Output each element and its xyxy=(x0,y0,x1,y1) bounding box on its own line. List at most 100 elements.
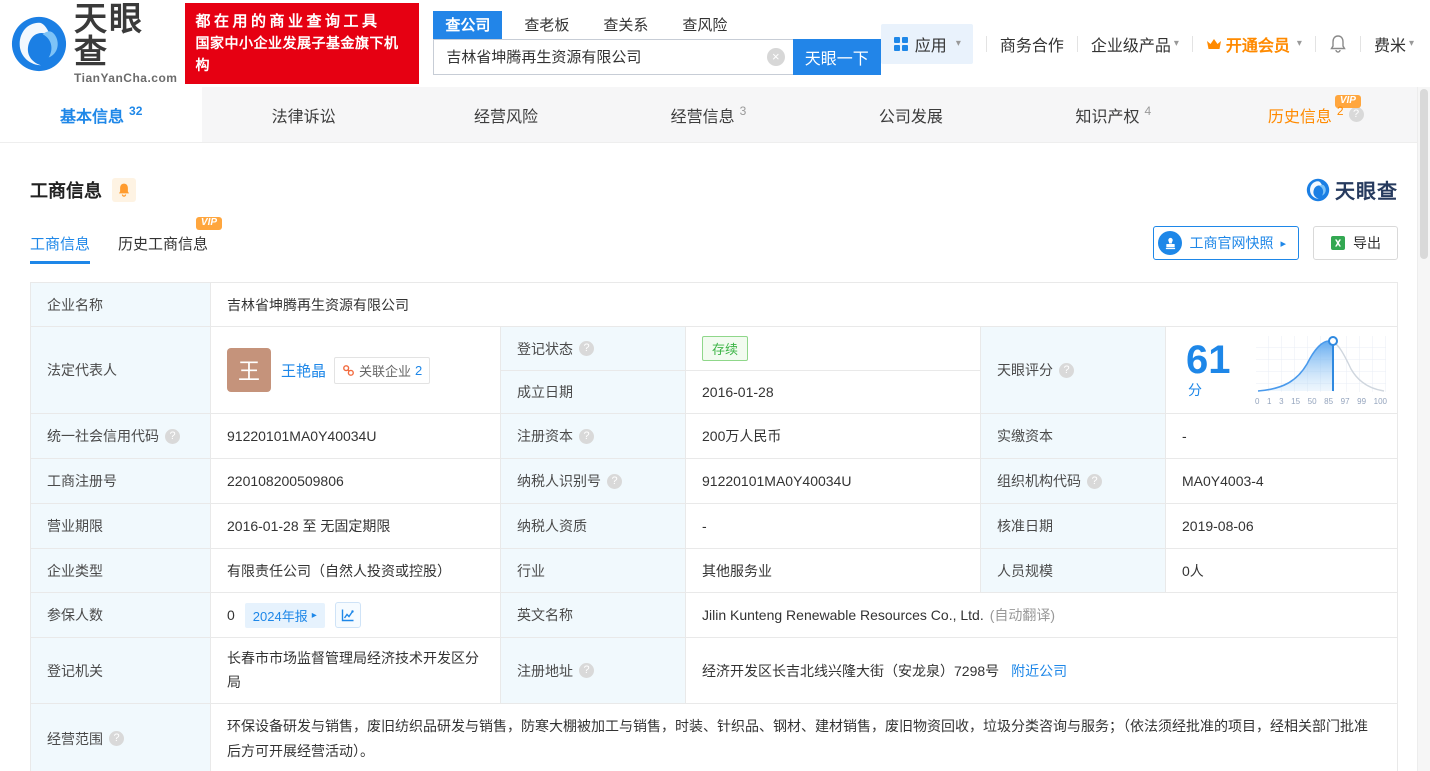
english-name-value: Jilin Kunteng Renewable Resources Co., L… xyxy=(686,593,1398,638)
search-tabs: 查公司 查老板 查关系 查风险 xyxy=(433,13,880,39)
help-icon[interactable]: ? xyxy=(579,429,594,444)
brand-name: 天眼查 xyxy=(74,2,177,68)
nav-enterprise-products[interactable]: 企业级产品 ▾ xyxy=(1091,32,1179,56)
legal-rep-value: 王 王艳晶 关联企业 2 xyxy=(211,327,501,414)
tab-company-development[interactable]: 公司发展 xyxy=(810,87,1012,142)
help-icon[interactable]: ? xyxy=(109,731,124,746)
divider xyxy=(1315,36,1316,52)
nearby-companies-link[interactable]: 附近公司 xyxy=(1011,661,1067,681)
export-button[interactable]: 导出 xyxy=(1313,226,1398,260)
official-snapshot-button[interactable]: 工商官网快照 ▸ xyxy=(1153,226,1299,260)
insured-count-label: 参保人数 xyxy=(31,593,211,638)
scrollbar-thumb[interactable] xyxy=(1420,89,1428,259)
company-type-label: 企业类型 xyxy=(31,549,211,593)
subtab-business-info[interactable]: 工商信息 xyxy=(30,233,90,264)
help-icon[interactable]: ? xyxy=(1059,363,1074,378)
legal-rep-name-link[interactable]: 王艳晶 xyxy=(281,360,326,381)
reg-number-value: 220108200509806 xyxy=(211,459,501,504)
annual-report-badge[interactable]: 2024年报 ▸ xyxy=(245,603,325,628)
taxpayer-quality-label: 纳税人资质 xyxy=(501,504,686,549)
slogan-banner: 都在用的商业查询工具 国家中小企业发展子基金旗下机构 xyxy=(185,3,419,84)
search-tab-company[interactable]: 查公司 xyxy=(433,11,502,39)
divider xyxy=(1192,36,1193,52)
chevron-down-icon: ▾ xyxy=(1174,38,1179,49)
establish-date-value: 2016-01-28 xyxy=(686,371,981,414)
company-detail-tabs: 基本信息32 法律诉讼 经营风险 经营信息3 公司发展 知识产权4 VIP 历史… xyxy=(0,87,1417,143)
search-tab-boss[interactable]: 查老板 xyxy=(512,11,581,39)
tab-legal-litigation[interactable]: 法律诉讼 xyxy=(202,87,404,142)
approval-date-value: 2019-08-06 xyxy=(1166,504,1398,549)
divider xyxy=(986,36,987,52)
help-icon[interactable]: ? xyxy=(579,663,594,678)
credit-code-value: 91220101MA0Y40034U xyxy=(211,414,501,459)
crown-icon xyxy=(1206,37,1222,51)
related-companies-badge[interactable]: 关联企业 2 xyxy=(334,357,430,384)
subscribe-bell-icon[interactable] xyxy=(112,178,136,202)
vip-badge: VIP xyxy=(196,217,222,230)
search-button[interactable]: 天眼一下 xyxy=(793,39,881,75)
tab-history-info[interactable]: VIP 历史信息2 ? xyxy=(1215,87,1417,142)
brand-domain: TianYanCha.com xyxy=(74,71,177,85)
help-icon[interactable]: ? xyxy=(1087,474,1102,489)
tab-operation-risk[interactable]: 经营风险 xyxy=(405,87,607,142)
nav-open-vip[interactable]: 开通会员 ▾ xyxy=(1206,32,1302,56)
nav-business-cooperation[interactable]: 商务合作 xyxy=(1000,32,1064,56)
insured-count-value: 0 2024年报 ▸ xyxy=(211,593,501,638)
top-nav: 应用 ▾ 商务合作 企业级产品 ▾ 开通会员 ▾ xyxy=(881,24,1414,64)
chevron-down-icon: ▾ xyxy=(1409,38,1414,49)
subtab-history-business-info[interactable]: VIP 历史工商信息 xyxy=(118,233,208,264)
trend-chart-icon[interactable] xyxy=(335,602,361,628)
business-info-table: 企业名称 吉林省坤腾再生资源有限公司 法定代表人 王 王艳晶 关联企业 2 xyxy=(30,282,1398,771)
tab-operation-info[interactable]: 经营信息3 xyxy=(607,87,809,142)
slogan-line-1: 都在用的商业查询工具 xyxy=(195,10,409,33)
tab-count: 3 xyxy=(740,104,747,118)
notifications-bell-icon[interactable] xyxy=(1329,34,1347,53)
chevron-down-icon: ▾ xyxy=(956,38,961,49)
page: 天眼查 TianYanCha.com 都在用的商业查询工具 国家中小企业发展子基… xyxy=(0,0,1430,771)
tab-count: 32 xyxy=(129,104,142,118)
tianyan-score: 61分 xyxy=(1166,327,1398,414)
credit-code-label: 统一社会信用代码? xyxy=(31,414,211,459)
related-link-icon xyxy=(342,364,355,377)
search-input[interactable] xyxy=(434,40,792,74)
score-label: 天眼评分? xyxy=(981,327,1166,414)
taxpayer-quality-value: - xyxy=(686,504,981,549)
tianyancha-watermark-logo: 天眼查 xyxy=(1306,175,1398,204)
industry-value: 其他服务业 xyxy=(686,549,981,593)
help-icon[interactable]: ? xyxy=(165,429,180,444)
divider xyxy=(1077,36,1078,52)
clear-search-icon[interactable]: × xyxy=(767,48,785,66)
arrow-right-icon: ▸ xyxy=(312,610,317,621)
legal-rep-avatar[interactable]: 王 xyxy=(227,348,271,392)
help-icon[interactable]: ? xyxy=(1349,107,1364,122)
search-tab-relation[interactable]: 查关系 xyxy=(591,11,660,39)
establish-date-label: 成立日期 xyxy=(501,371,686,414)
org-code-label: 组织机构代码? xyxy=(981,459,1166,504)
reg-capital-label: 注册资本? xyxy=(501,414,686,459)
tab-basic-info[interactable]: 基本信息32 xyxy=(0,87,202,142)
search-block: 查公司 查老板 查关系 查风险 × 天眼一下 xyxy=(433,13,880,75)
tianyancha-logo[interactable]: 天眼查 TianYanCha.com xyxy=(10,2,177,85)
reg-number-label: 工商注册号 xyxy=(31,459,211,504)
auto-translate-note: (自动翻译) xyxy=(990,605,1055,625)
reg-status-label: 登记状态? xyxy=(501,327,686,371)
tab-intellectual-property[interactable]: 知识产权4 xyxy=(1012,87,1214,142)
search-tab-risk[interactable]: 查风险 xyxy=(670,11,739,39)
main-content: 工商信息 天眼查 工商信息 VIP 历史工商信息 xyxy=(0,143,1430,771)
apps-grid-icon xyxy=(893,36,909,52)
stamp-icon xyxy=(1158,231,1182,255)
help-icon[interactable]: ? xyxy=(579,341,594,356)
score-distribution-chart: 013 155085 9799100 xyxy=(1255,335,1387,406)
tianyancha-swirl-icon xyxy=(10,15,68,73)
org-code-value: MA0Y4003-4 xyxy=(1166,459,1398,504)
top-header: 天眼查 TianYanCha.com 都在用的商业查询工具 国家中小企业发展子基… xyxy=(0,0,1430,87)
business-scope-label: 经营范围? xyxy=(31,704,211,771)
chevron-down-icon: ▾ xyxy=(1297,38,1302,49)
arrow-right-icon: ▸ xyxy=(1280,237,1286,250)
paid-capital-value: - xyxy=(1166,414,1398,459)
nav-user-menu[interactable]: 费米 ▾ xyxy=(1374,32,1414,56)
page-scrollbar[interactable] xyxy=(1417,87,1430,771)
help-icon[interactable]: ? xyxy=(607,474,622,489)
apps-menu-button[interactable]: 应用 ▾ xyxy=(881,24,973,64)
taxpayer-id-label: 纳税人识别号? xyxy=(501,459,686,504)
